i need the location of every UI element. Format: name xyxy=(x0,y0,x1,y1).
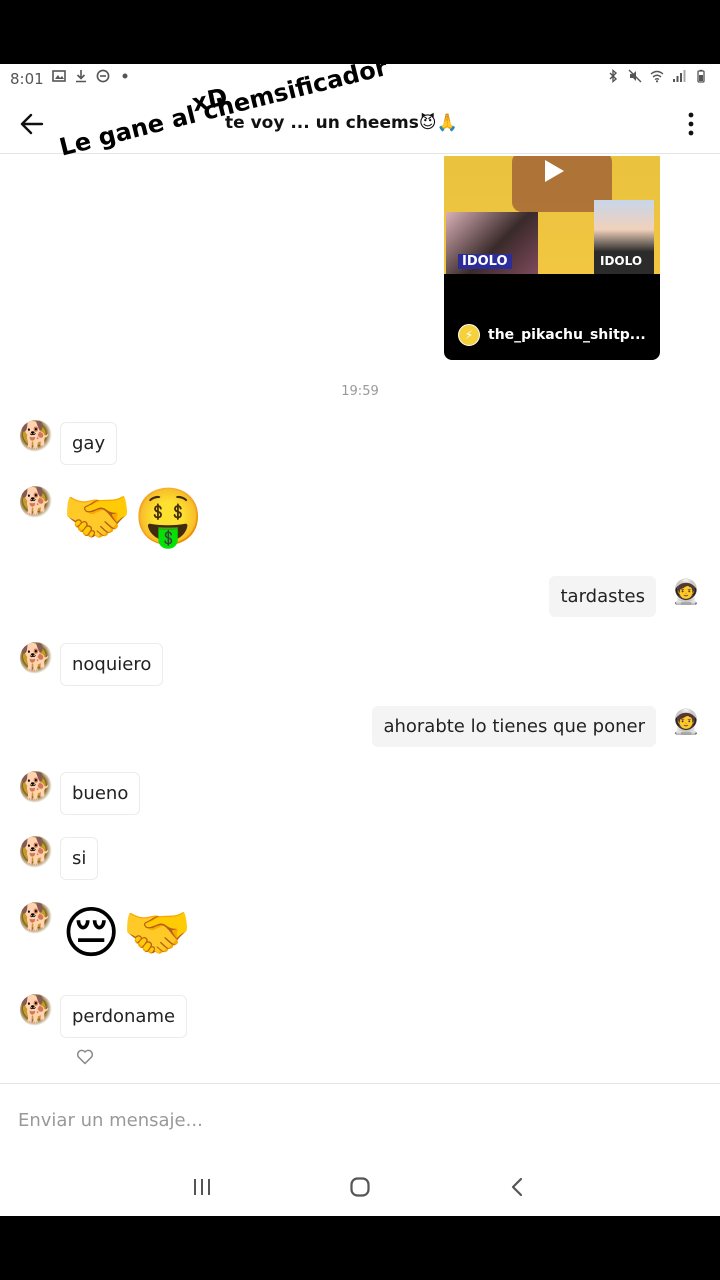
battery-icon xyxy=(697,69,705,83)
message-row: 🐕 gay xyxy=(20,420,118,465)
author-avatar: ⚡ xyxy=(458,324,480,346)
contact-avatar[interactable]: 🐕 xyxy=(20,994,52,1026)
video-author: ⚡ the_pikachu_shitp... xyxy=(458,324,646,346)
message-bubble-own[interactable]: tardastes xyxy=(549,576,656,617)
message-row: 🐕 perdoname xyxy=(20,994,188,1038)
message-bubble[interactable]: bueno xyxy=(60,772,141,815)
back-arrow-icon[interactable] xyxy=(18,110,46,138)
bluetooth-icon xyxy=(609,69,618,83)
video-thumbnail: IDOLO IDOLO xyxy=(444,156,660,274)
message-timestamp: 19:59 xyxy=(341,384,379,399)
android-nav-bar xyxy=(0,1155,720,1216)
shared-video-card[interactable]: IDOLO IDOLO ⚡ the_pikachu_shitp... xyxy=(444,156,660,360)
contact-avatar[interactable]: 🐕 xyxy=(20,836,52,868)
message-row: 🐕 bueno xyxy=(20,771,141,815)
own-avatar[interactable]: 🧑‍🚀 xyxy=(670,576,702,608)
back-icon[interactable] xyxy=(506,1175,530,1199)
thumb-label-left: IDOLO xyxy=(458,254,512,269)
message-row: 🐕 si xyxy=(20,836,99,880)
author-name: the_pikachu_shitp... xyxy=(488,327,646,343)
status-time: 8:01 xyxy=(10,70,44,88)
message-input[interactable] xyxy=(18,1106,618,1134)
dot-icon xyxy=(122,73,128,79)
mute-icon xyxy=(628,69,642,83)
emoji-message[interactable]: 🤝🤑 xyxy=(62,486,205,550)
recents-icon[interactable] xyxy=(190,1175,214,1199)
signal-icon xyxy=(673,70,686,82)
thumb-label-right: IDOLO xyxy=(600,254,643,268)
contact-avatar[interactable]: 🐕 xyxy=(20,642,52,674)
message-bubble-own[interactable]: ahorabte lo tienes que poner xyxy=(372,706,656,747)
message-composer xyxy=(0,1083,720,1155)
chat-screen: 8:01 te voy ... un cheems😈🙏 xD Le gane a… xyxy=(0,64,720,1216)
message-row: 🐕 🤝🤑 xyxy=(20,486,205,550)
wifi-icon xyxy=(650,70,664,83)
contact-avatar[interactable]: 🐕 xyxy=(20,420,52,452)
contact-avatar[interactable]: 🐕 xyxy=(20,771,52,803)
play-icon[interactable] xyxy=(542,158,566,184)
heart-icon[interactable] xyxy=(76,1048,94,1066)
message-row: 🐕 😔🤝 xyxy=(20,902,194,966)
message-bubble[interactable]: perdoname xyxy=(60,995,188,1038)
chat-title: te voy ... un cheems😈🙏 xyxy=(225,113,458,133)
message-row-own: ahorabte lo tienes que poner 🧑‍🚀 xyxy=(372,706,702,747)
do-not-disturb-icon xyxy=(96,69,110,83)
message-bubble[interactable]: noquiero xyxy=(60,643,164,686)
message-row-own: tardastes 🧑‍🚀 xyxy=(549,576,702,617)
emoji-message[interactable]: 😔🤝 xyxy=(62,902,194,966)
home-icon[interactable] xyxy=(348,1175,372,1199)
image-icon xyxy=(52,70,66,82)
more-vertical-icon[interactable] xyxy=(686,110,696,138)
contact-avatar[interactable]: 🐕 xyxy=(20,902,52,934)
own-avatar[interactable]: 🧑‍🚀 xyxy=(670,706,702,738)
message-row: 🐕 noquiero xyxy=(20,642,164,686)
message-bubble[interactable]: gay xyxy=(60,422,118,465)
download-icon xyxy=(76,70,86,83)
contact-avatar[interactable]: 🐕 xyxy=(20,486,52,518)
message-bubble[interactable]: si xyxy=(60,837,99,880)
